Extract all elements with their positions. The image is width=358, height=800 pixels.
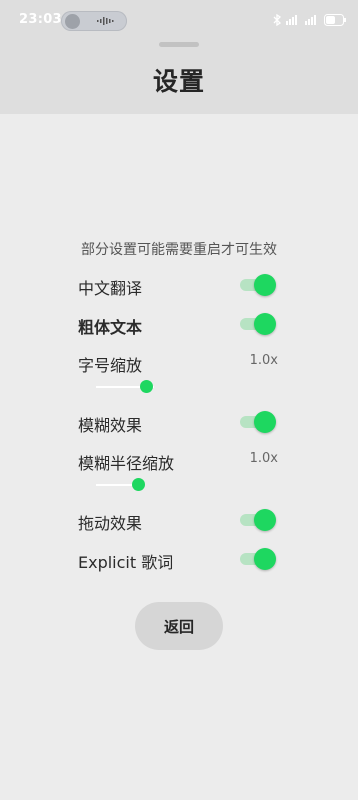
audio-wave-icon — [97, 17, 114, 25]
weather-cloud-icon — [65, 14, 80, 29]
drag-effect-toggle[interactable] — [240, 509, 276, 531]
network-icon — [286, 15, 297, 25]
bluetooth-icon — [273, 13, 281, 26]
blur-effect-toggle[interactable] — [240, 411, 276, 433]
setting-font-scale: 字号缩放 1.0x — [78, 347, 278, 377]
setting-label: 拖动效果 — [78, 514, 143, 533]
chinese-translation-toggle[interactable] — [240, 274, 276, 296]
setting-label: 中文翻译 — [78, 279, 143, 298]
setting-drag-effect: 拖动效果 — [78, 505, 278, 535]
toggle-knob — [254, 548, 276, 570]
back-button[interactable]: 返回 — [135, 602, 223, 650]
wifi-icon — [305, 15, 316, 25]
blur-radius-slider[interactable] — [96, 478, 145, 492]
font-scale-slider[interactable] — [96, 380, 154, 394]
toggle-knob — [254, 411, 276, 433]
toggle-knob — [254, 509, 276, 531]
font-scale-value: 1.0x — [249, 353, 278, 368]
slider-thumb[interactable] — [132, 478, 145, 491]
setting-label: 字号缩放 — [78, 356, 143, 375]
setting-blur-effect: 模糊效果 — [78, 407, 278, 437]
sheet-header: 23:03 设置 — [0, 0, 358, 114]
sheet-grabber[interactable] — [159, 42, 199, 47]
toggle-knob — [254, 313, 276, 335]
status-icons — [273, 13, 346, 26]
page-title: 设置 — [152, 67, 205, 96]
setting-label: 模糊效果 — [78, 416, 143, 435]
setting-chinese-translation: 中文翻译 — [78, 270, 278, 300]
slider-thumb[interactable] — [139, 380, 153, 393]
restart-notice: 部分设置可能需要重启才可生效 — [81, 242, 277, 258]
blur-radius-value: 1.0x — [249, 451, 278, 466]
toggle-knob — [254, 274, 276, 296]
explicit-lyrics-toggle[interactable] — [240, 548, 276, 570]
status-bar: 23:03 — [0, 0, 358, 40]
setting-explicit-lyrics: Explicit 歌词 — [78, 544, 278, 574]
setting-label: Explicit 歌词 — [78, 553, 174, 572]
setting-bold-text: 粗体文本 — [78, 309, 278, 339]
setting-blur-radius-scale: 模糊半径缩放 1.0x — [78, 445, 278, 475]
setting-label: 模糊半径缩放 — [78, 454, 175, 473]
setting-label: 粗体文本 — [78, 318, 143, 337]
bold-text-toggle[interactable] — [240, 313, 276, 335]
status-time: 23:03 — [19, 12, 62, 27]
live-activity-pill[interactable] — [61, 11, 127, 31]
battery-icon — [324, 13, 346, 26]
